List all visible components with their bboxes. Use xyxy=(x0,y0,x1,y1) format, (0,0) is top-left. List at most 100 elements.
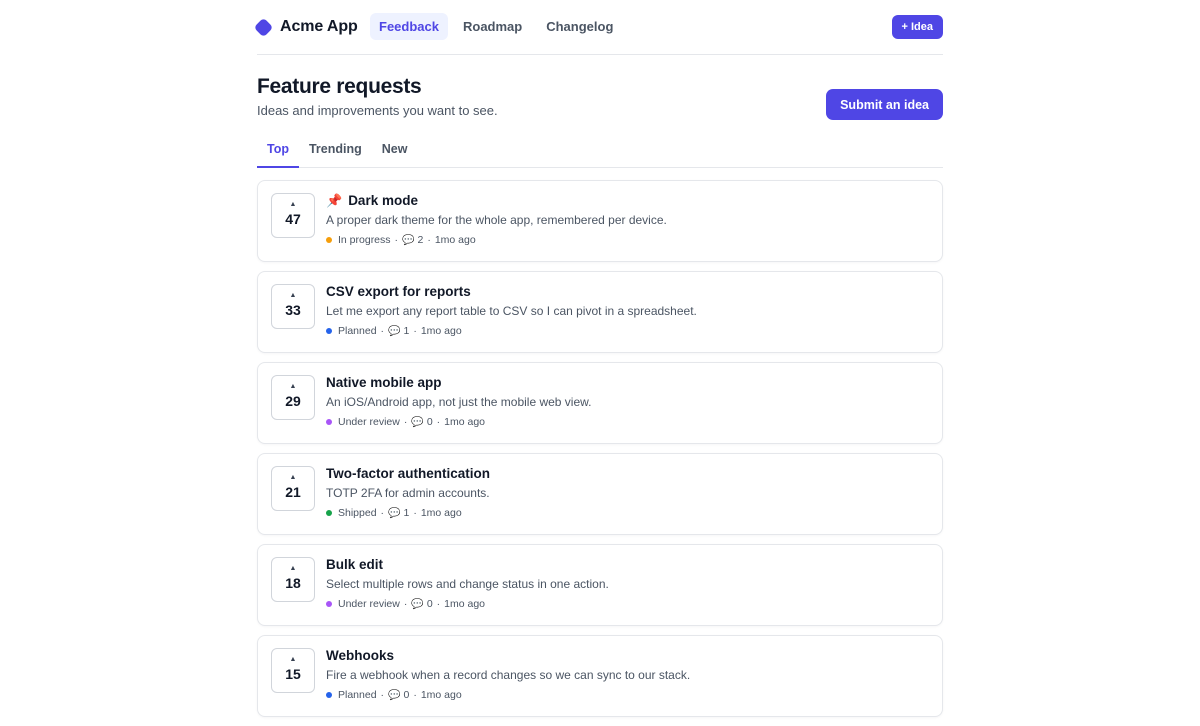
request-description: Fire a webhook when a record changes so … xyxy=(326,668,691,682)
status-dot-icon xyxy=(326,419,332,425)
status-label: Under review xyxy=(338,598,400,610)
vote-count: 21 xyxy=(285,484,301,500)
request-title[interactable]: Bulk edit xyxy=(326,557,930,572)
request-body: 📌 Dark mode A proper dark theme for the … xyxy=(326,193,930,246)
upvote-button[interactable]: ▲ 21 xyxy=(271,466,315,511)
status-label: In progress xyxy=(338,234,391,246)
request-age: 1mo ago xyxy=(434,234,476,246)
submit-idea-button[interactable]: Submit an idea xyxy=(826,89,943,120)
status-label: Shipped xyxy=(338,507,377,519)
separator: · xyxy=(403,416,408,428)
comment-icon: 💬 xyxy=(411,598,424,610)
upvote-button[interactable]: ▲ 33 xyxy=(271,284,315,329)
request-title[interactable]: Native mobile app xyxy=(326,375,930,390)
request-meta: Planned · 💬 0 · 1mo ago xyxy=(326,689,930,701)
request-age: 1mo ago xyxy=(420,325,462,337)
separator: · xyxy=(436,416,441,428)
status-dot-icon xyxy=(326,510,332,516)
tab-top[interactable]: Top xyxy=(257,139,299,168)
upvote-button[interactable]: ▲ 47 xyxy=(271,193,315,238)
request-card[interactable]: ▲ 15 Webhooks Fire a webhook when a reco… xyxy=(257,635,943,717)
request-title[interactable]: 📌 Dark mode xyxy=(326,193,930,208)
nav-link-feedback[interactable]: Feedback xyxy=(370,13,448,40)
separator: · xyxy=(380,325,385,337)
tab-new[interactable]: New xyxy=(372,139,418,168)
request-description: Select multiple rows and change status i… xyxy=(326,577,609,591)
request-card[interactable]: ▲ 29 Native mobile app An iOS/Android ap… xyxy=(257,362,943,444)
comment-count: 2 xyxy=(417,234,424,246)
request-title-text: Webhooks xyxy=(326,648,395,663)
comment-count: 1 xyxy=(403,507,410,519)
comment-icon: 💬 xyxy=(411,416,424,428)
request-age: 1mo ago xyxy=(444,416,486,428)
pin-icon: 📌 xyxy=(326,193,343,208)
upvote-arrow-icon: ▲ xyxy=(289,656,297,663)
request-description: An iOS/Android app, not just the mobile … xyxy=(326,395,592,409)
vote-count: 15 xyxy=(285,666,301,682)
vote-count: 29 xyxy=(285,393,301,409)
separator: · xyxy=(413,325,417,337)
upvote-arrow-icon: ▲ xyxy=(289,383,297,390)
status-label: Under review xyxy=(338,416,400,428)
upvote-arrow-icon: ▲ xyxy=(289,474,297,481)
brand[interactable]: Acme App xyxy=(253,17,358,37)
separator: · xyxy=(413,507,417,519)
request-body: Two-factor authentication TOTP 2FA for a… xyxy=(326,466,930,519)
vote-count: 47 xyxy=(285,211,301,227)
top-nav: Acme App Feedback Roadmap Changelog + Id… xyxy=(253,0,943,55)
request-title[interactable]: Webhooks xyxy=(326,648,930,663)
vote-count: 18 xyxy=(285,575,301,591)
request-meta: Planned · 💬 1 · 1mo ago xyxy=(326,325,930,337)
request-age: 1mo ago xyxy=(420,507,462,519)
upvote-button[interactable]: ▲ 18 xyxy=(271,557,315,602)
nav-link-changelog[interactable]: Changelog xyxy=(537,13,622,40)
upvote-arrow-icon: ▲ xyxy=(289,292,297,299)
request-title[interactable]: CSV export for reports xyxy=(326,284,930,299)
comment-icon: 💬 xyxy=(388,689,401,701)
request-card[interactable]: ▲ 18 Bulk edit Select multiple rows and … xyxy=(257,544,943,626)
status-dot-icon xyxy=(326,692,332,698)
sort-tabs: Top Trending New xyxy=(257,139,943,168)
comment-icon: 💬 xyxy=(402,234,415,246)
comment-icon: 💬 xyxy=(388,325,401,337)
request-card[interactable]: ▲ 47 📌 Dark mode A proper dark theme for… xyxy=(257,180,943,262)
request-description: Let me export any report table to CSV so… xyxy=(326,304,697,318)
separator: · xyxy=(380,689,385,701)
separator: · xyxy=(403,598,408,610)
status-dot-icon xyxy=(326,601,332,607)
nav-link-roadmap[interactable]: Roadmap xyxy=(454,13,531,40)
status-label: Planned xyxy=(338,689,377,701)
separator: · xyxy=(380,507,385,519)
page-header: Feature requests Ideas and improvements … xyxy=(257,75,943,133)
request-body: CSV export for reports Let me export any… xyxy=(326,284,930,337)
new-idea-button[interactable]: + Idea xyxy=(891,15,943,39)
request-description: TOTP 2FA for admin accounts. xyxy=(326,486,490,500)
request-age: 1mo ago xyxy=(420,689,462,701)
request-title-text: Two-factor authentication xyxy=(326,466,490,481)
tab-trending[interactable]: Trending xyxy=(299,139,372,168)
request-title-text: Dark mode xyxy=(348,193,418,208)
request-card[interactable]: ▲ 21 Two-factor authentication TOTP 2FA … xyxy=(257,453,943,535)
status-dot-icon xyxy=(326,328,332,334)
request-title[interactable]: Two-factor authentication xyxy=(326,466,930,481)
upvote-button[interactable]: ▲ 15 xyxy=(271,648,315,693)
status-dot-icon xyxy=(326,237,332,243)
comment-icon: 💬 xyxy=(388,507,401,519)
request-body: Native mobile app An iOS/Android app, no… xyxy=(326,375,930,428)
status-label: Planned xyxy=(338,325,377,337)
logo-icon xyxy=(253,17,274,37)
request-title-text: CSV export for reports xyxy=(326,284,471,299)
comment-count: 0 xyxy=(426,598,433,610)
separator: · xyxy=(427,234,431,246)
request-list: ▲ 47 📌 Dark mode A proper dark theme for… xyxy=(257,180,943,717)
request-card[interactable]: ▲ 33 CSV export for reports Let me expor… xyxy=(257,271,943,353)
brand-name: Acme App xyxy=(280,18,358,35)
request-title-text: Bulk edit xyxy=(326,557,384,572)
separator: · xyxy=(413,689,417,701)
upvote-button[interactable]: ▲ 29 xyxy=(271,375,315,420)
comment-count: 0 xyxy=(403,689,410,701)
request-title-text: Native mobile app xyxy=(326,375,442,390)
upvote-arrow-icon: ▲ xyxy=(289,565,297,572)
request-body: Bulk edit Select multiple rows and chang… xyxy=(326,557,930,610)
vote-count: 33 xyxy=(285,302,301,318)
